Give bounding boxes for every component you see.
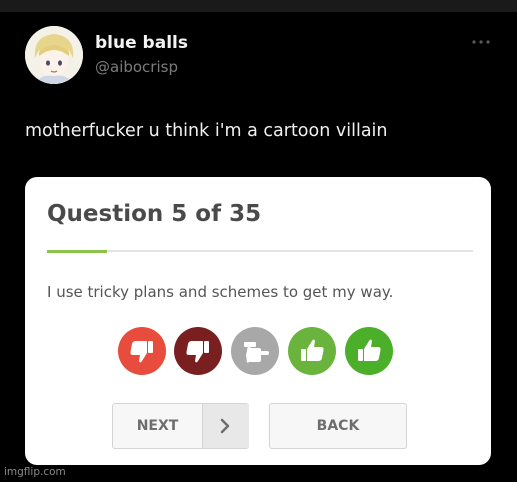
user-handle[interactable]: @aibocrisp	[95, 58, 178, 76]
chevron-right-icon	[220, 418, 230, 434]
ellipsis-icon[interactable]	[470, 32, 492, 44]
next-arrow-box	[202, 404, 249, 448]
thumbs-down-icon	[118, 327, 166, 375]
tweet-text: motherfucker u think i'm a cartoon villa…	[25, 121, 388, 141]
thumbs-up-icon	[345, 327, 393, 375]
avatar[interactable]	[25, 26, 83, 84]
next-button[interactable]: NEXT	[112, 403, 249, 449]
progress-track	[47, 250, 473, 252]
quiz-card: Question 5 of 35 I use tricky plans and …	[25, 177, 491, 465]
rating-strongly-disagree-button[interactable]	[118, 327, 166, 375]
back-button[interactable]: BACK	[269, 403, 407, 449]
progress-bar	[47, 250, 107, 253]
rating-strongly-agree-button[interactable]	[345, 327, 393, 375]
next-label: NEXT	[136, 418, 179, 434]
rating-agree-button[interactable]	[288, 327, 336, 375]
thumbs-up-icon	[288, 327, 336, 375]
watermark: imgflip.com	[4, 466, 66, 478]
avatar-illustration	[25, 26, 83, 84]
question-title: Question 5 of 35	[47, 201, 262, 227]
rating-neutral-button[interactable]	[231, 327, 279, 375]
thumbs-down-icon	[174, 327, 222, 375]
back-label: BACK	[316, 418, 360, 434]
display-name[interactable]: blue balls	[95, 33, 188, 53]
question-statement: I use tricky plans and schemes to get my…	[47, 283, 394, 301]
rating-disagree-button[interactable]	[174, 327, 222, 375]
thumbs-sideways-icon	[231, 327, 279, 375]
top-strip	[0, 0, 517, 12]
